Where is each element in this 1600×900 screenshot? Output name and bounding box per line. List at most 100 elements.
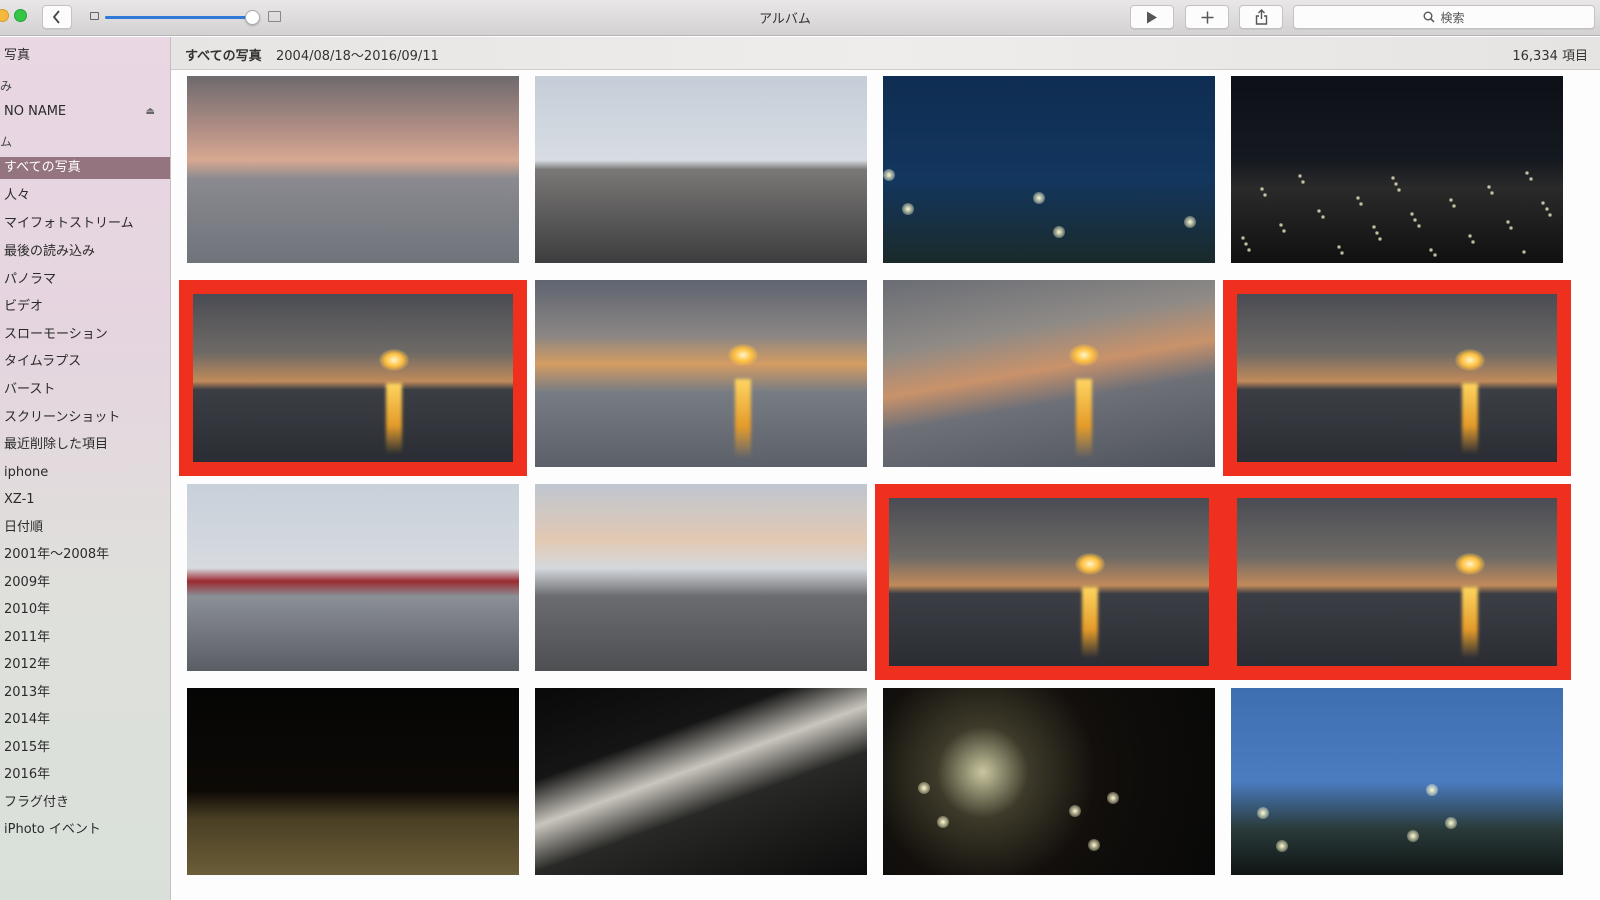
sidebar-item[interactable]: 2015年 xyxy=(4,737,169,759)
sidebar-item-label: タイムラプス xyxy=(4,354,82,369)
sidebar-item[interactable]: フラグ付き xyxy=(4,792,169,814)
photo-thumbnail-selected[interactable] xyxy=(1224,485,1570,679)
item-count: 16,334 項目 xyxy=(1512,49,1588,64)
light-spot xyxy=(937,815,950,828)
share-button[interactable] xyxy=(1239,5,1283,29)
photo-thumbnail-selected[interactable] xyxy=(876,485,1222,679)
light-spot xyxy=(1355,195,1360,200)
light-spot xyxy=(1336,244,1341,249)
sidebar-item[interactable]: 2001年〜2008年 xyxy=(4,544,169,566)
sidebar-item-label: 2013年 xyxy=(4,685,51,700)
sidebar-item[interactable]: スクリーンショット xyxy=(4,407,169,429)
search-placeholder: 検索 xyxy=(1440,10,1465,25)
sidebar-item[interactable]: 2010年 xyxy=(4,599,169,621)
sidebar-item[interactable]: マイフォトストリーム xyxy=(4,213,169,235)
sidebar-item[interactable]: バースト xyxy=(4,379,169,401)
photo-thumbnail[interactable] xyxy=(187,484,519,671)
photo-image xyxy=(535,280,867,467)
photo-thumbnail[interactable] xyxy=(535,280,867,467)
sidebar-item-label: XZ-1 xyxy=(4,492,35,507)
photo-image xyxy=(883,280,1215,467)
photo-image xyxy=(193,294,513,462)
sidebar-item[interactable]: 2009年 xyxy=(4,572,169,594)
photo-grid xyxy=(171,70,1600,900)
add-button[interactable] xyxy=(1185,5,1229,29)
light-spot xyxy=(1068,805,1081,818)
sidebar-item[interactable]: 人々 xyxy=(4,185,169,207)
sidebar-item[interactable]: 2013年 xyxy=(4,682,169,704)
share-icon xyxy=(1255,9,1267,25)
sidebar-item[interactable]: すべての写真 xyxy=(0,157,170,179)
sidebar-item-label: すべての写真 xyxy=(4,160,81,175)
photo-image xyxy=(535,688,867,875)
photo-thumbnail[interactable] xyxy=(535,688,867,875)
sidebar-item[interactable]: NO NAME ⏏ xyxy=(4,101,169,123)
photo-thumbnail[interactable] xyxy=(883,76,1215,263)
photo-image xyxy=(889,498,1209,666)
sidebar-item[interactable]: ビデオ xyxy=(4,296,169,318)
sun-glow xyxy=(727,343,758,366)
light-spot xyxy=(1528,176,1533,181)
sidebar-item-label: スクリーンショット xyxy=(4,410,121,425)
photo-thumbnail-selected[interactable] xyxy=(1224,281,1570,475)
sun-glow xyxy=(1454,553,1485,576)
photo-image xyxy=(1237,294,1557,462)
light-spot xyxy=(1183,215,1196,228)
sun-reflection xyxy=(734,379,751,458)
sidebar-item[interactable]: 最近削除した項目 xyxy=(4,434,169,456)
sidebar-item-label: ム xyxy=(0,135,13,149)
sidebar-item-label: 2015年 xyxy=(4,740,51,755)
photo-image xyxy=(883,76,1215,263)
sidebar-item[interactable]: パノラマ xyxy=(4,269,169,291)
photo-thumbnail[interactable] xyxy=(535,484,867,671)
sun-reflection xyxy=(1461,383,1478,454)
sidebar-item-label: 写真 xyxy=(4,48,31,63)
sidebar-item[interactable]: 2016年 xyxy=(4,764,169,786)
light-spot xyxy=(1416,223,1421,228)
sidebar-item[interactable]: 日付順 xyxy=(4,517,169,539)
sidebar-item-label: 2014年 xyxy=(4,712,51,727)
light-spot xyxy=(1282,228,1287,233)
sidebar-section-label: み xyxy=(0,75,165,97)
eject-icon[interactable]: ⏏ xyxy=(146,101,155,123)
window-toolbar: アルバム 検索 xyxy=(0,0,1600,36)
sidebar-item[interactable]: 2014年 xyxy=(4,709,169,731)
sidebar-item[interactable]: XZ-1 xyxy=(4,489,169,511)
light-spot xyxy=(1490,190,1495,195)
search-input[interactable]: 検索 xyxy=(1293,5,1595,29)
photo-thumbnail[interactable] xyxy=(883,280,1215,467)
breadcrumb: すべての写真 xyxy=(185,49,262,64)
photo-thumbnail[interactable] xyxy=(535,76,867,263)
sun-glow xyxy=(1454,349,1485,372)
photo-image xyxy=(187,688,519,875)
sidebar-item[interactable]: 最後の読み込み xyxy=(4,241,169,263)
light-spot xyxy=(1448,198,1453,203)
light-spot xyxy=(1359,201,1363,206)
sidebar-item-label: 人々 xyxy=(4,188,31,203)
photo-thumbnail[interactable] xyxy=(1231,688,1563,875)
sidebar-item[interactable]: iPhoto イベント xyxy=(4,819,169,841)
photo-thumbnail[interactable] xyxy=(187,76,519,263)
content-header: すべての写真 2004/08/18〜2016/09/11 16,334 項目 xyxy=(171,37,1600,70)
sidebar-item[interactable]: タイムラプス xyxy=(4,351,169,373)
photo-thumbnail[interactable] xyxy=(187,688,519,875)
slideshow-button[interactable] xyxy=(1130,5,1174,29)
sun-glow xyxy=(1068,343,1099,366)
sidebar-item-label: バースト xyxy=(4,382,56,397)
sidebar-item[interactable]: スローモーション xyxy=(4,324,169,346)
light-spot xyxy=(1467,233,1472,238)
sidebar-item-label: 2012年 xyxy=(4,657,51,672)
light-spot xyxy=(1547,212,1552,217)
sidebar-item[interactable]: 2012年 xyxy=(4,654,169,676)
photo-thumbnail-selected[interactable] xyxy=(180,281,526,475)
sidebar-header-photos[interactable]: 写真 xyxy=(4,45,169,67)
photo-thumbnail[interactable] xyxy=(883,688,1215,875)
light-spot xyxy=(1279,222,1283,227)
sidebar-item-label: パノラマ xyxy=(4,272,57,287)
sidebar-item[interactable]: 2011年 xyxy=(4,627,169,649)
sidebar-item-label: 最後の読み込み xyxy=(4,244,96,259)
sun-glow xyxy=(1074,553,1105,576)
light-spot xyxy=(1087,838,1100,851)
sidebar-item[interactable]: iphone xyxy=(4,462,169,484)
photo-thumbnail[interactable] xyxy=(1231,76,1563,263)
